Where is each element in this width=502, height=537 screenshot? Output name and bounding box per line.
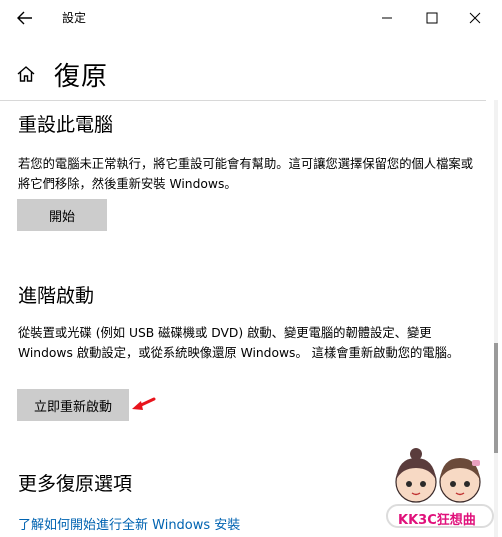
watermark-text: KK3C狂想曲 — [398, 513, 476, 528]
page-title: 復原 — [54, 61, 109, 92]
maximize-button[interactable] — [417, 6, 447, 30]
section-description-advanced-startup: 從裝置或光碟 (例如 USB 磁碟機或 DVD) 啟動、變更電腦的韌體設定、變更… — [18, 326, 460, 360]
section-title-more-recovery-options: 更多復原選項 — [18, 473, 133, 495]
mascot-faces-icon — [395, 448, 481, 503]
page-header: 復原 — [16, 56, 108, 92]
watermark-badge: KK3C狂想曲 — [386, 504, 494, 528]
close-button[interactable] — [460, 6, 490, 30]
home-icon[interactable] — [16, 62, 40, 86]
scrollbar-thumb[interactable] — [494, 343, 498, 453]
annotation-arrow-icon — [132, 397, 156, 410]
section-description-reset-pc: 若您的電腦未正常執行，將它重設可能會有幫助。這可讓您選擇保留您的個人檔案或將它們… — [18, 157, 473, 191]
section-title-advanced-startup: 進階啟動 — [18, 285, 95, 307]
maximize-icon — [426, 12, 438, 24]
header-divider — [0, 100, 486, 101]
start-button[interactable]: 開始 — [17, 199, 107, 231]
close-icon — [469, 12, 481, 24]
minimize-icon — [382, 17, 392, 19]
back-arrow-icon — [17, 11, 32, 25]
restart-now-button[interactable]: 立即重新啟動 — [17, 389, 129, 421]
window-title: 設定 — [62, 11, 87, 25]
watermark: KK3C狂想曲 — [386, 446, 496, 532]
section-title-reset-pc: 重設此電腦 — [18, 114, 114, 136]
back-button[interactable] — [12, 6, 38, 30]
minimize-button[interactable] — [372, 6, 402, 30]
fresh-install-link[interactable]: 了解如何開始進行全新 Windows 安裝 — [18, 514, 240, 533]
title-bar: 設定 — [0, 0, 502, 36]
